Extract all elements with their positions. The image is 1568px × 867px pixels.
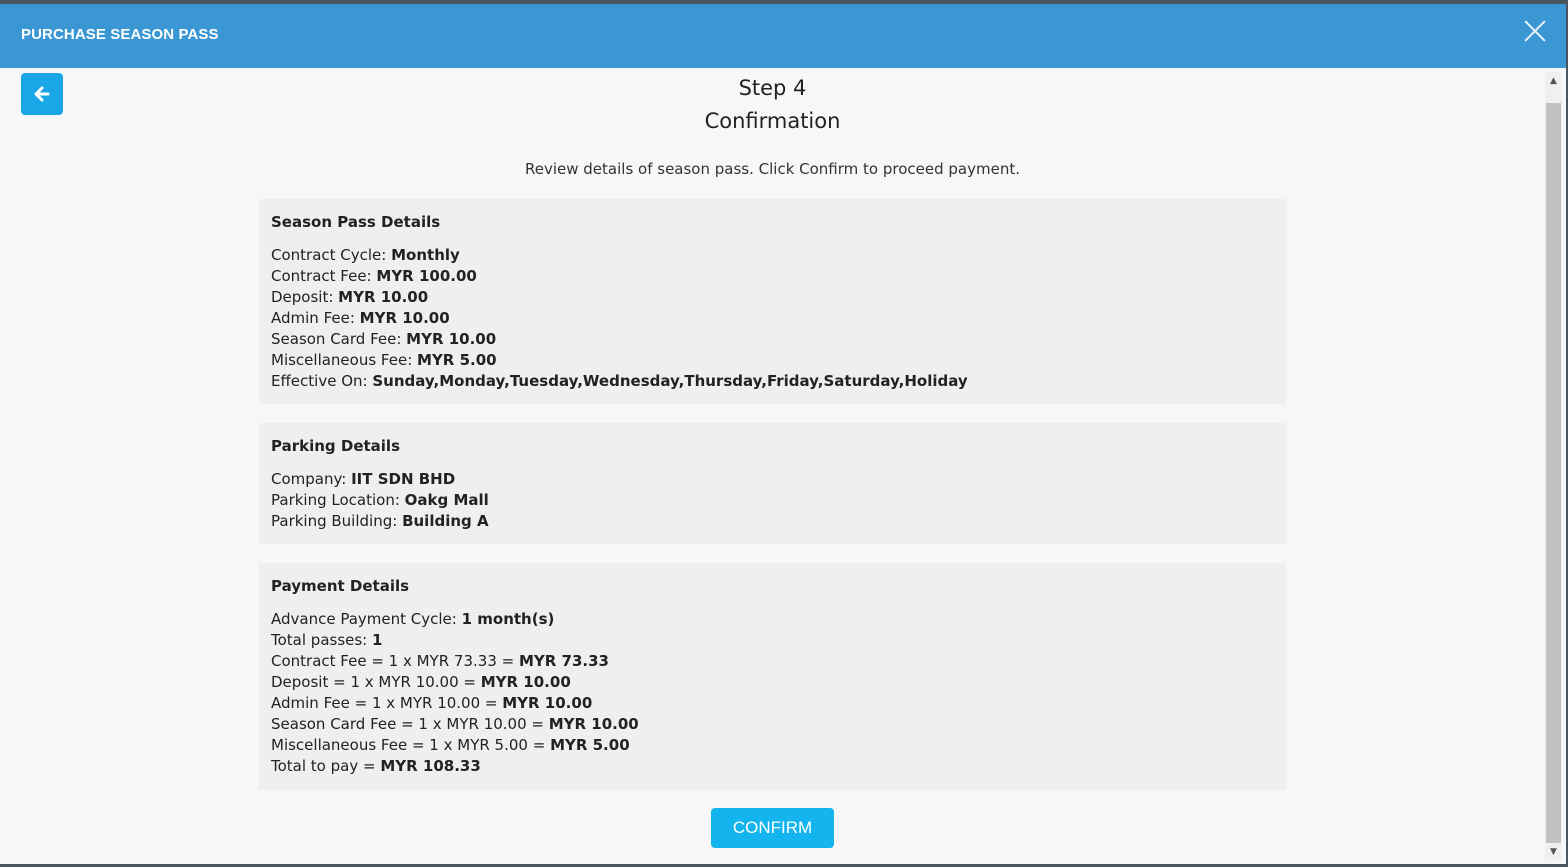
detail-value: 1	[372, 631, 383, 649]
detail-label: Admin Fee:	[271, 309, 360, 327]
season-pass-details-panel: Season Pass Details Contract Cycle: Mont…	[259, 199, 1286, 404]
detail-row: Contract Fee: MYR 100.00	[271, 266, 1274, 287]
modal-title: PURCHASE SEASON PASS	[21, 26, 219, 43]
detail-value: Sunday,Monday,Tuesday,Wednesday,Thursday…	[372, 372, 968, 390]
total-value: MYR 108.33	[380, 757, 481, 775]
close-icon[interactable]	[1522, 18, 1548, 44]
detail-row: Effective On: Sunday,Monday,Tuesday,Wedn…	[271, 371, 1274, 392]
detail-row: Deposit: MYR 10.00	[271, 287, 1274, 308]
detail-row: Parking Building: Building A	[271, 511, 1274, 532]
detail-row: Contract Fee = 1 x MYR 73.33 = MYR 73.33	[271, 651, 1274, 672]
detail-label: Effective On:	[271, 372, 373, 390]
panel-heading: Season Pass Details	[271, 213, 441, 231]
purchase-season-pass-modal: PURCHASE SEASON PASS Step 4 Confirmation…	[0, 4, 1566, 864]
step-title: Step 4	[738, 76, 807, 100]
detail-row: Advance Payment Cycle: 1 month(s)	[271, 609, 1274, 630]
detail-value: Monthly	[391, 246, 460, 264]
parking-details-panel: Parking Details Company: IIT SDN BHD Par…	[259, 423, 1286, 544]
detail-label: Total to pay =	[271, 757, 381, 775]
panel-heading: Payment Details	[271, 577, 410, 595]
detail-label: Admin Fee = 1 x MYR 10.00 =	[271, 694, 503, 712]
detail-label: Season Card Fee = 1 x MYR 10.00 =	[271, 715, 549, 733]
detail-row: Parking Location: Oakg Mall	[271, 490, 1274, 511]
detail-value: MYR 73.33	[518, 652, 609, 670]
detail-label: Parking Location:	[271, 491, 405, 509]
panel-heading: Parking Details	[271, 437, 400, 455]
scroll-up-arrow-icon[interactable]: ▲	[1545, 72, 1562, 89]
detail-value: MYR 10.00	[502, 694, 593, 712]
detail-row: Admin Fee: MYR 10.00	[271, 308, 1274, 329]
total-row: Total to pay = MYR 108.33	[271, 756, 1274, 777]
detail-label: Parking Building:	[271, 512, 403, 530]
detail-row: Contract Cycle: Monthly	[271, 245, 1274, 266]
detail-row: Total passes: 1	[271, 630, 1274, 651]
modal-header: PURCHASE SEASON PASS	[0, 4, 1566, 68]
vertical-scrollbar[interactable]: ▲ ▼	[1545, 72, 1562, 860]
detail-label: Contract Cycle:	[271, 246, 392, 264]
detail-row: Deposit = 1 x MYR 10.00 = MYR 10.00	[271, 672, 1274, 693]
scroll-thumb[interactable]	[1546, 103, 1561, 843]
detail-label: Season Card Fee:	[271, 330, 407, 348]
detail-label: Miscellaneous Fee = 1 x MYR 5.00 =	[271, 736, 551, 754]
detail-value: MYR 100.00	[376, 267, 477, 285]
detail-label: Advance Payment Cycle:	[271, 610, 462, 628]
confirm-button[interactable]: CONFIRM	[711, 808, 834, 848]
detail-value: IIT SDN BHD	[351, 470, 456, 488]
detail-label: Company:	[271, 470, 352, 488]
detail-label: Miscellaneous Fee:	[271, 351, 418, 369]
payment-details-panel: Payment Details Advance Payment Cycle: 1…	[259, 563, 1286, 790]
detail-row: Admin Fee = 1 x MYR 10.00 = MYR 10.00	[271, 693, 1274, 714]
detail-row: Company: IIT SDN BHD	[271, 469, 1274, 490]
detail-value: MYR 10.00	[338, 288, 429, 306]
modal-body: Step 4 Confirmation Review details of se…	[0, 68, 1566, 864]
detail-row: Season Card Fee: MYR 10.00	[271, 329, 1274, 350]
detail-row: Miscellaneous Fee = 1 x MYR 5.00 = MYR 5…	[271, 735, 1274, 756]
detail-label: Contract Fee = 1 x MYR 73.33 =	[271, 652, 519, 670]
detail-label: Deposit = 1 x MYR 10.00 =	[271, 673, 481, 691]
detail-value: Building A	[402, 512, 489, 530]
instruction-text: Review details of season pass. Click Con…	[525, 160, 1020, 178]
detail-row: Season Card Fee = 1 x MYR 10.00 = MYR 10…	[271, 714, 1274, 735]
detail-value: Oakg Mall	[404, 491, 489, 509]
detail-label: Deposit:	[271, 288, 339, 306]
detail-value: MYR 5.00	[550, 736, 630, 754]
detail-value: 1 month(s)	[461, 610, 555, 628]
detail-value: MYR 10.00	[480, 673, 571, 691]
detail-label: Contract Fee:	[271, 267, 377, 285]
detail-value: MYR 10.00	[548, 715, 639, 733]
detail-value: MYR 10.00	[406, 330, 497, 348]
step-subtitle: Confirmation	[704, 109, 841, 133]
detail-value: MYR 5.00	[417, 351, 497, 369]
detail-label: Total passes:	[271, 631, 373, 649]
detail-row: Miscellaneous Fee: MYR 5.00	[271, 350, 1274, 371]
detail-value: MYR 10.00	[359, 309, 450, 327]
scroll-down-arrow-icon[interactable]: ▼	[1545, 843, 1562, 860]
